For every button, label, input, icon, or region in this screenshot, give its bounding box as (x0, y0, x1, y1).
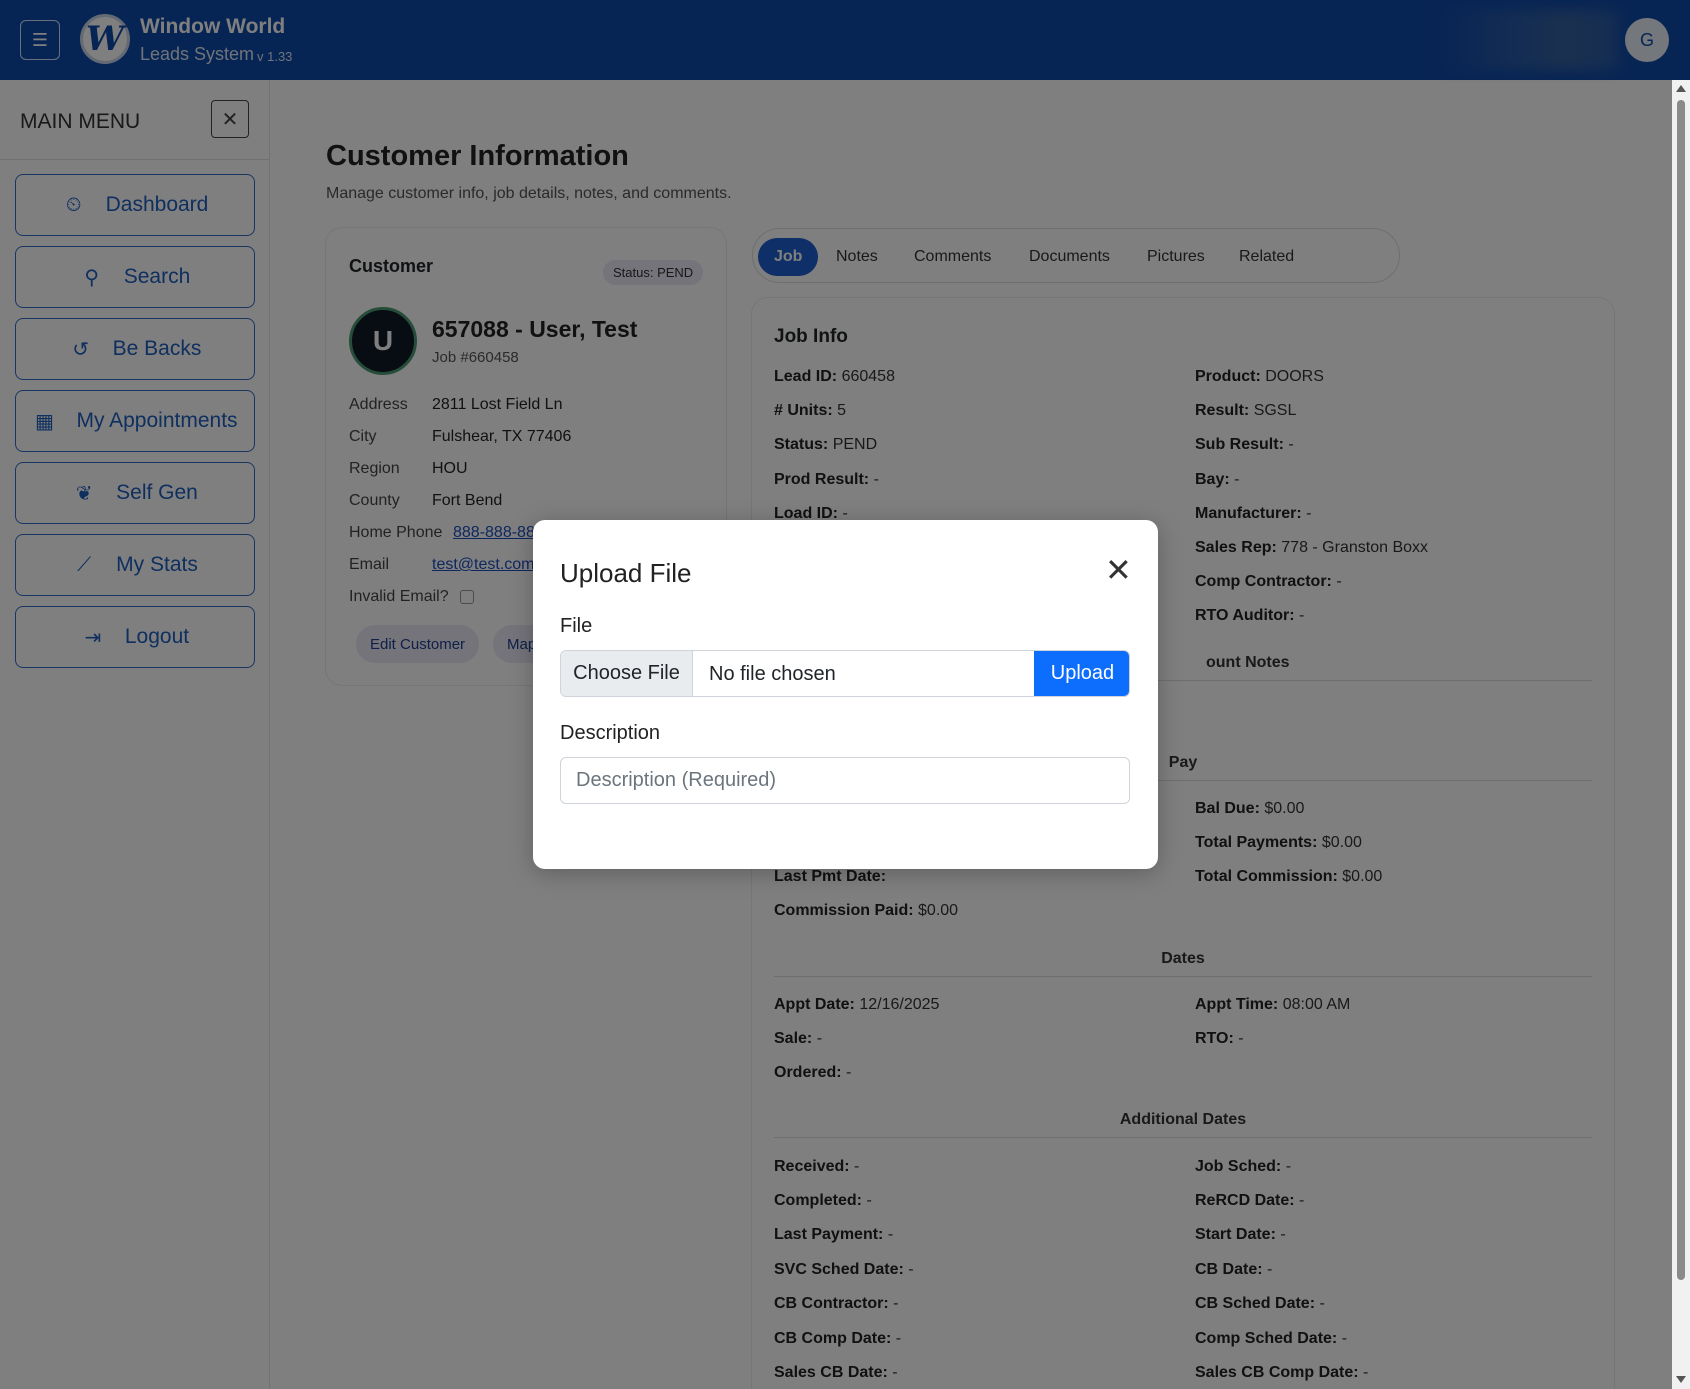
choose-file-button[interactable]: Choose File (561, 651, 693, 696)
description-label: Description (560, 722, 661, 744)
scroll-down-arrow-icon[interactable] (1676, 1376, 1686, 1383)
file-label: File (560, 615, 593, 637)
modal-title: Upload File (560, 558, 692, 588)
page-scrollbar[interactable] (1672, 80, 1690, 1389)
upload-button[interactable]: Upload (1034, 651, 1129, 696)
scroll-thumb[interactable] (1677, 100, 1685, 1280)
file-input-group: Choose File No file chosen Upload (560, 650, 1130, 697)
description-input[interactable] (560, 757, 1130, 804)
close-icon: ✕ (1105, 552, 1132, 588)
modal-close-button[interactable]: ✕ (1105, 554, 1132, 586)
file-status-text: No file chosen (709, 663, 836, 685)
scroll-up-arrow-icon[interactable] (1676, 85, 1686, 92)
upload-file-modal: Upload File ✕ File Choose File No file c… (533, 520, 1158, 869)
